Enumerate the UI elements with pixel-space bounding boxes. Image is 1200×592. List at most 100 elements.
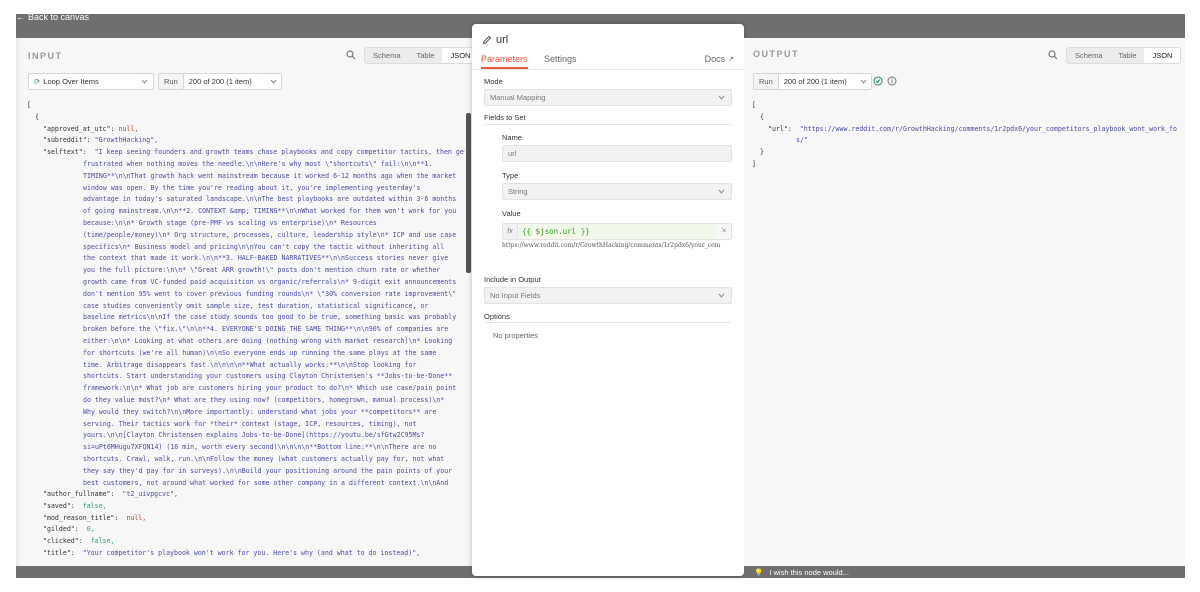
json-line: ] xyxy=(752,159,756,168)
run-value: 200 of 200 (1 item) xyxy=(188,77,252,86)
input-json-view: [ { "approved_at_utc": null, "subreddit"… xyxy=(27,100,465,566)
include-value: No Input Fields xyxy=(490,291,541,300)
info-icon[interactable] xyxy=(887,76,897,86)
json-key: "url": xyxy=(768,124,792,133)
json-line: s/" xyxy=(796,136,808,145)
back-to-canvas-label: Back to canvas xyxy=(28,12,90,22)
include-in-output-label: Include in Output xyxy=(484,275,541,284)
json-line: } xyxy=(760,148,764,157)
divider xyxy=(484,124,732,125)
json-value: "t2_uivpgcvc", xyxy=(122,489,178,498)
json-key: "author_fullname": xyxy=(43,489,115,498)
value-preview: https://www.reddit.com/r/GrowthHacking/c… xyxy=(502,242,721,249)
run-label: Run xyxy=(754,74,779,89)
output-json-view: [ { "url": "https://www.reddit.com/r/Gro… xyxy=(752,100,1182,171)
json-line: { xyxy=(760,112,764,121)
json-value: "I keep seeing founders and growth teams… xyxy=(94,148,465,157)
json-key: "saved": xyxy=(43,501,75,510)
options-label: Options xyxy=(484,312,510,321)
json-line: "approved_at_utc": null, xyxy=(27,124,465,136)
json-line: "clicked": false, xyxy=(27,536,465,548)
run-value: 200 of 200 (1 item) xyxy=(783,77,847,86)
output-title: OUTPUT xyxy=(753,49,799,59)
type-value: String xyxy=(508,187,528,196)
lightbulb-icon: 💡 xyxy=(754,567,764,577)
tab-json[interactable]: JSON xyxy=(1144,48,1181,63)
json-value: false, xyxy=(82,501,107,510)
value-expression[interactable]: {{ $json.url }} xyxy=(518,224,716,239)
search-icon[interactable] xyxy=(346,50,356,60)
json-value: "Your competitor's playbook won't work f… xyxy=(82,548,421,557)
json-value: 0, xyxy=(86,525,95,534)
json-key: "gilded": xyxy=(43,525,79,534)
tab-settings[interactable]: Settings xyxy=(544,54,577,64)
input-source-value: Loop Over Items xyxy=(43,77,99,86)
feedback-label: I wish this node would... xyxy=(769,567,849,577)
json-line: "subreddit": "GrowthHacking", xyxy=(27,135,465,147)
json-key: "subreddit": xyxy=(43,136,91,145)
divider xyxy=(484,322,732,323)
value-label: Value xyxy=(502,209,521,218)
input-panel: INPUT Schema Table JSON ⟳ Loop Over Item… xyxy=(16,38,480,566)
mode-select[interactable]: Manual Mapping xyxy=(484,89,732,106)
json-line: "gilded": 0, xyxy=(27,524,465,536)
json-value: "https://www.reddit.com/r/GrowthHacking/… xyxy=(799,124,1177,133)
chevron-down-icon xyxy=(718,293,725,298)
feedback-bar[interactable]: 💡 I wish this node would... xyxy=(744,566,1185,578)
json-line: [ xyxy=(752,101,756,109)
input-scrollbar[interactable] xyxy=(466,103,471,557)
json-line: "title": "Your competitor's playbook won… xyxy=(27,548,465,560)
expand-icon[interactable]: ⇲ xyxy=(716,224,731,239)
docs-label: Docs xyxy=(704,54,726,64)
tab-schema[interactable]: Schema xyxy=(1067,48,1111,63)
arrow-left-icon: ← xyxy=(16,12,25,22)
name-field[interactable]: url xyxy=(502,145,732,162)
tab-table[interactable]: Table xyxy=(1111,48,1145,63)
json-key: "clicked": xyxy=(43,537,83,546)
type-label: Type xyxy=(502,171,519,180)
tab-parameters[interactable]: Parameters xyxy=(481,54,528,64)
json-line: "selftext": "I keep seeing founders and … xyxy=(27,147,465,159)
output-view-tabs: Schema Table JSON xyxy=(1066,47,1182,64)
selftext-wrapped-value: frustrated when nothing moves the needle… xyxy=(83,159,457,487)
divider xyxy=(472,69,744,70)
tab-schema[interactable]: Schema xyxy=(365,48,409,63)
success-check-icon xyxy=(873,76,883,86)
json-key: "selftext": xyxy=(43,148,87,157)
run-label: Run xyxy=(159,74,184,89)
fx-icon: fx xyxy=(503,224,518,239)
input-source-select[interactable]: ⟳ Loop Over Items xyxy=(28,73,154,90)
input-run-select[interactable]: Run 200 of 200 (1 item) xyxy=(158,73,282,90)
output-panel: OUTPUT Schema Table JSON Run 200 of 200 … xyxy=(744,38,1185,566)
chevron-down-icon xyxy=(718,95,725,100)
output-run-select[interactable]: Run 200 of 200 (1 item) xyxy=(753,73,872,90)
include-in-output-select[interactable]: No Input Fields xyxy=(484,287,732,304)
mode-value: Manual Mapping xyxy=(490,93,546,102)
docs-link[interactable]: Docs ↗ xyxy=(705,54,734,64)
chevron-down-icon xyxy=(270,79,277,84)
json-value: false, xyxy=(90,537,115,546)
json-line: "saved": false, xyxy=(27,501,465,513)
json-line: "author_fullname": "t2_uivpgcvc", xyxy=(27,489,465,501)
json-key: "approved_at_utc": xyxy=(43,124,115,133)
fields-to-set-label: Fields to Set xyxy=(484,113,526,122)
input-title: INPUT xyxy=(28,51,63,61)
json-value: "GrowthHacking", xyxy=(94,136,159,145)
json-key: "mod_reason_title": xyxy=(43,513,119,522)
json-line: [ xyxy=(27,101,31,109)
chevron-down-icon xyxy=(141,79,148,84)
json-line: "mod_reason_title": null, xyxy=(27,513,465,525)
json-line: "url": "https://www.reddit.com/r/GrowthH… xyxy=(752,124,1177,136)
input-view-tabs: Schema Table JSON xyxy=(364,47,480,64)
search-icon[interactable] xyxy=(1048,50,1058,60)
back-to-canvas-link[interactable]: ← Back to canvas xyxy=(16,12,89,22)
scrollbar-thumb[interactable] xyxy=(466,113,471,273)
pencil-icon[interactable] xyxy=(482,35,492,45)
json-line: { xyxy=(35,112,39,121)
value-expression-field[interactable]: fx {{ $json.url }} ⇲ xyxy=(502,223,732,240)
refresh-icon: ⟳ xyxy=(34,77,41,86)
no-properties-text: No properties xyxy=(493,331,539,340)
tab-table[interactable]: Table xyxy=(409,48,443,63)
type-select[interactable]: String xyxy=(502,183,732,200)
node-title[interactable]: url xyxy=(496,34,508,46)
